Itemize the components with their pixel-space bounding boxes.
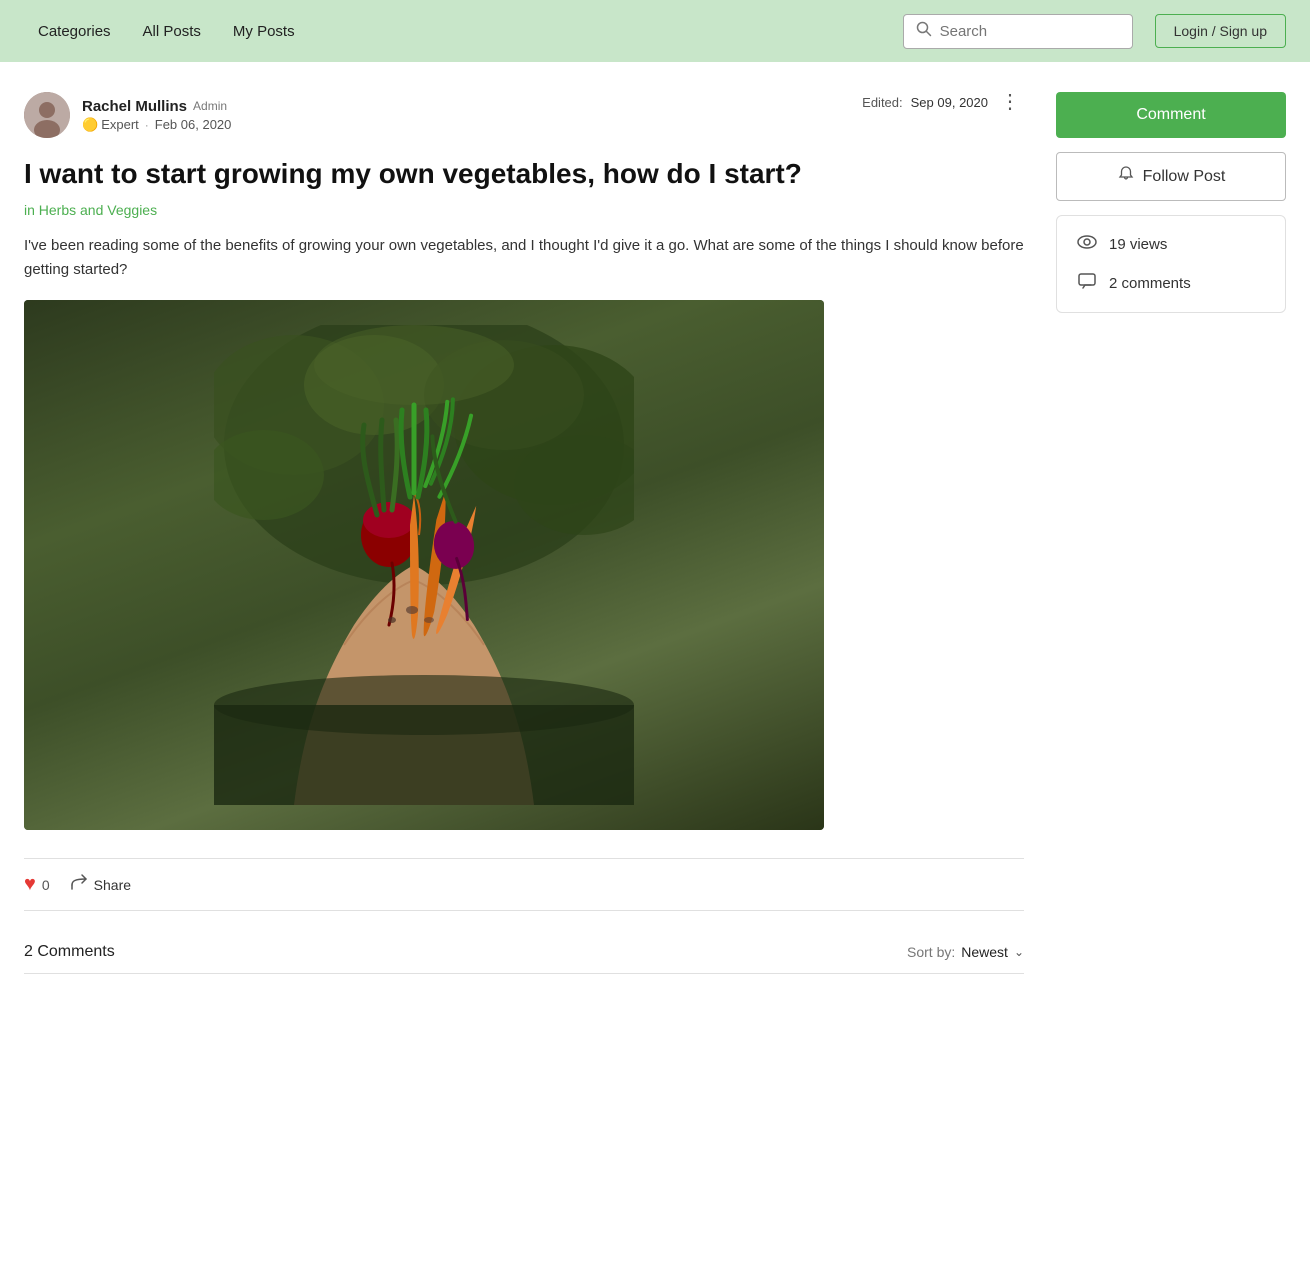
share-label: Share [94, 877, 131, 893]
bell-icon [1117, 165, 1135, 188]
share-button[interactable]: Share [70, 873, 131, 896]
search-input[interactable] [940, 23, 1120, 40]
main-layout: Rachel Mullins Admin 🟡 Expert · Feb 06, … [0, 62, 1310, 1014]
nav-my-posts[interactable]: My Posts [219, 15, 309, 48]
post-date: Feb 06, 2020 [155, 117, 232, 132]
follow-post-button[interactable]: Follow Post [1056, 152, 1286, 201]
chevron-down-icon: ⌄ [1014, 945, 1024, 959]
author-meta: 🟡 Expert · Feb 06, 2020 [82, 117, 231, 133]
post-header: Rachel Mullins Admin 🟡 Expert · Feb 06, … [24, 92, 1024, 138]
heart-icon: ♥ [24, 873, 36, 896]
sidebar: Comment Follow Post 19 views [1056, 92, 1286, 974]
post-body: I've been reading some of the benefits o… [24, 234, 1024, 282]
post-category[interactable]: in Herbs and Veggies [24, 202, 1024, 218]
edited-info: Edited: Sep 09, 2020 ⋮ [862, 92, 1024, 112]
comment-button[interactable]: Comment [1056, 92, 1286, 138]
edited-date: Sep 09, 2020 [911, 95, 988, 110]
views-count: 19 views [1109, 236, 1167, 253]
veggie-svg [214, 325, 634, 805]
share-icon [70, 873, 88, 896]
sort-by[interactable]: Sort by: Newest ⌄ [907, 944, 1024, 960]
post-image [24, 300, 824, 830]
expert-badge: 🟡 Expert [82, 117, 139, 133]
eye-icon [1077, 232, 1097, 257]
comments-header: 2 Comments Sort by: Newest ⌄ [24, 927, 1024, 961]
post-image-inner [24, 300, 824, 830]
login-button[interactable]: Login / Sign up [1155, 14, 1286, 48]
search-icon [916, 21, 932, 42]
author-info: Rachel Mullins Admin 🟡 Expert · Feb 06, … [24, 92, 231, 138]
comments-count-stat: 2 comments [1109, 275, 1191, 292]
sort-label: Sort by: [907, 944, 955, 960]
author-name-row: Rachel Mullins Admin [82, 98, 231, 115]
stats-card: 19 views 2 comments [1056, 215, 1286, 313]
comments-stat: 2 comments [1077, 271, 1265, 296]
separator: · [145, 118, 149, 132]
author-details: Rachel Mullins Admin 🟡 Expert · Feb 06, … [82, 98, 231, 133]
nav-categories[interactable]: Categories [24, 15, 125, 48]
follow-post-label: Follow Post [1143, 168, 1226, 186]
edited-label: Edited: [862, 95, 902, 110]
post-actions: ♥ 0 Share [24, 858, 1024, 911]
expert-icon: 🟡 [82, 117, 98, 133]
views-stat: 19 views [1077, 232, 1265, 257]
post-title: I want to start growing my own vegetable… [24, 156, 1024, 192]
author-name: Rachel Mullins [82, 98, 187, 115]
nav-links: Categories All Posts My Posts [24, 15, 895, 48]
nav-all-posts[interactable]: All Posts [129, 15, 215, 48]
avatar [24, 92, 70, 138]
search-box [903, 14, 1133, 49]
more-options-button[interactable]: ⋮ [996, 92, 1024, 112]
like-button[interactable]: ♥ 0 [24, 873, 50, 896]
sort-value: Newest [961, 944, 1008, 960]
navigation: Categories All Posts My Posts Login / Si… [0, 0, 1310, 62]
author-role: Admin [193, 99, 227, 113]
post-content: Rachel Mullins Admin 🟡 Expert · Feb 06, … [24, 92, 1024, 974]
comment-icon [1077, 271, 1097, 296]
comments-divider [24, 973, 1024, 974]
comments-count: 2 Comments [24, 943, 115, 961]
like-count: 0 [42, 877, 50, 893]
